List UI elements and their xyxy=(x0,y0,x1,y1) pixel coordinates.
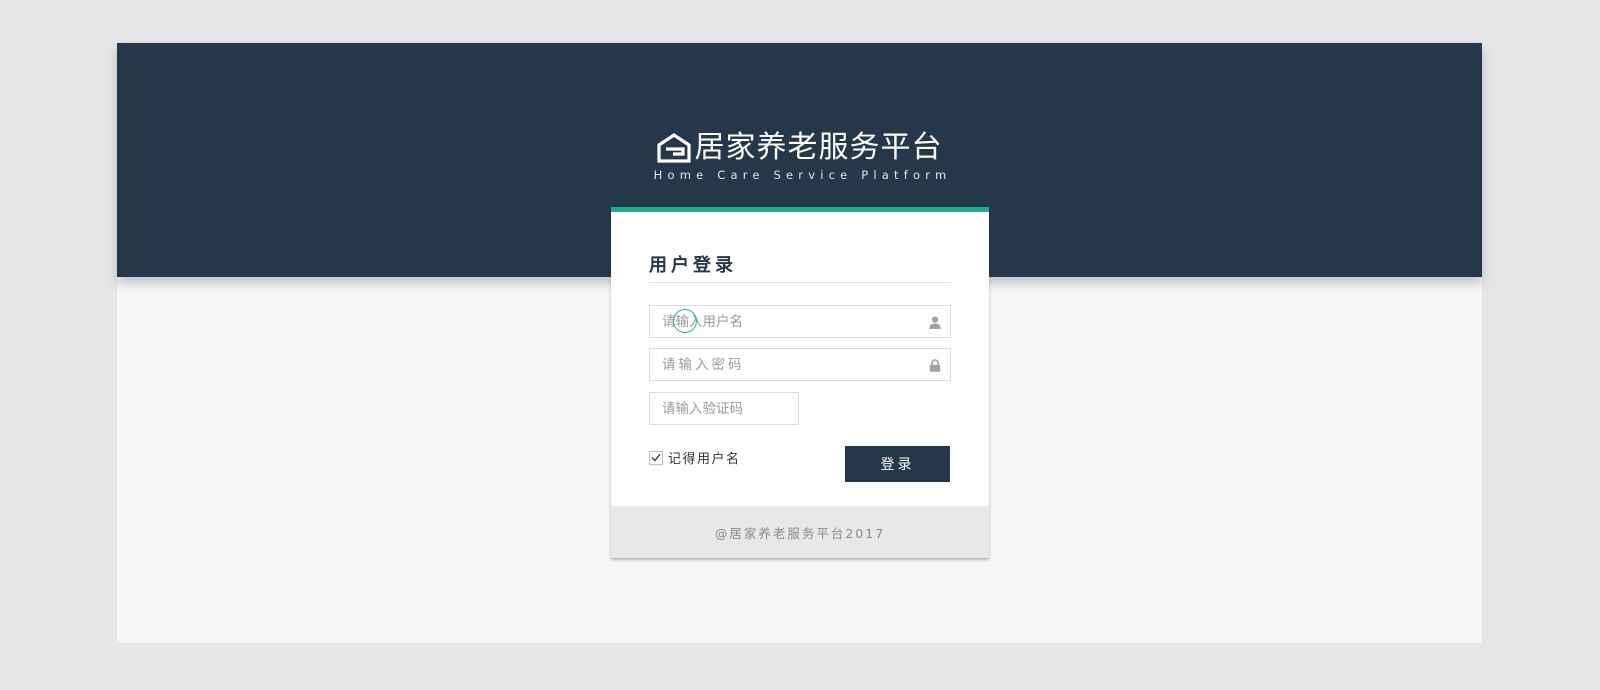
brand-name: 居家养老服务平台 xyxy=(694,130,943,165)
username-field[interactable] xyxy=(649,305,951,338)
password-input[interactable] xyxy=(650,349,950,380)
card-footer: @居家养老服务平台2017 xyxy=(611,506,989,559)
remember-checkbox[interactable] xyxy=(649,450,663,465)
copyright-text: @居家养老服务平台2017 xyxy=(714,525,886,541)
checkmark-icon xyxy=(651,453,661,462)
password-field[interactable] xyxy=(649,348,951,381)
captcha-field[interactable] xyxy=(649,392,799,425)
captcha-input[interactable] xyxy=(650,393,798,424)
login-button[interactable]: 登录 xyxy=(845,446,950,482)
login-card: 用户登录 记得用户名 登录 @居家养老服务平台2017 xyxy=(611,207,989,559)
user-icon xyxy=(929,316,941,329)
brand-row: 居家养老服务平台 xyxy=(656,130,943,165)
login-title: 用户登录 xyxy=(649,255,737,276)
remember-username[interactable]: 记得用户名 xyxy=(649,448,741,467)
username-input[interactable] xyxy=(650,306,950,337)
remember-label: 记得用户名 xyxy=(668,452,741,467)
brand-subtitle: Home Care Service Platform xyxy=(653,168,952,182)
house-g-logo-icon xyxy=(656,133,691,163)
lock-icon xyxy=(929,359,941,372)
title-divider xyxy=(649,282,951,283)
brand: 居家养老服务平台 Home Care Service Platform xyxy=(117,130,1482,183)
